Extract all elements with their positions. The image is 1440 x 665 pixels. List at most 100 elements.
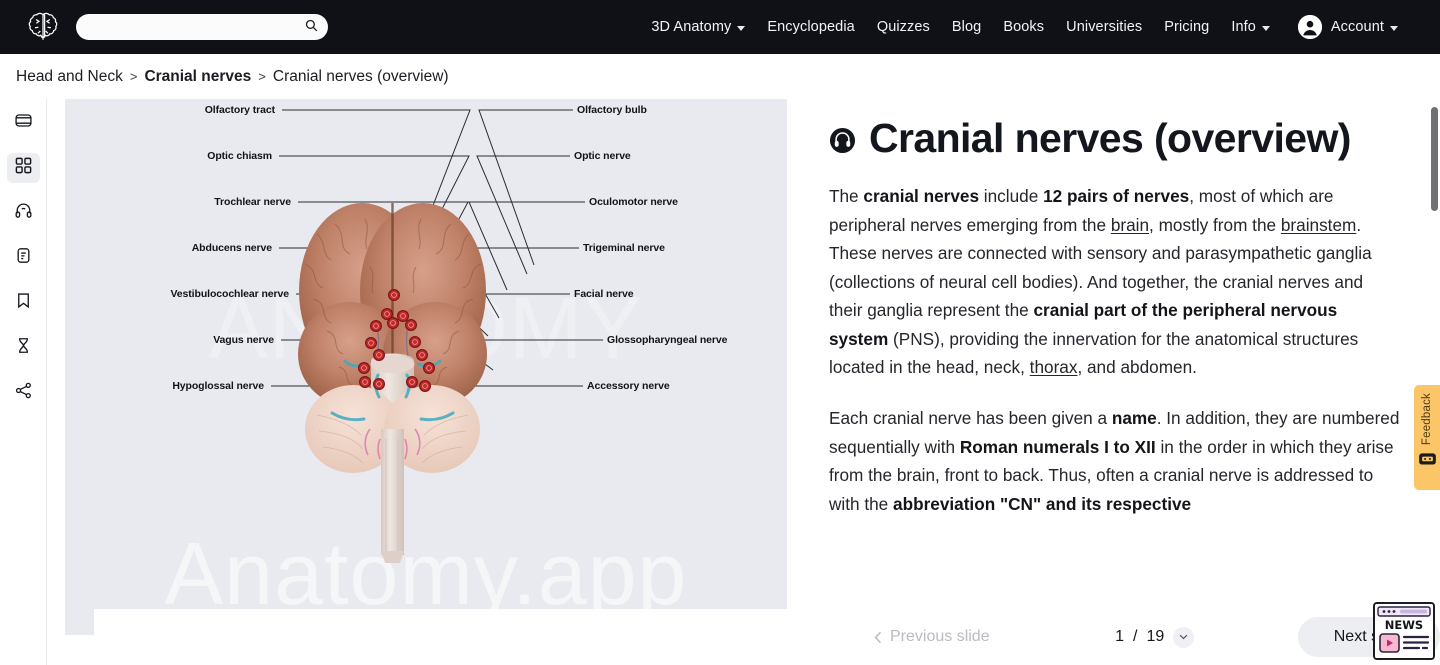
breadcrumb-item-head-and-neck[interactable]: Head and Neck: [16, 68, 123, 86]
chevron-down-icon: [1179, 634, 1188, 640]
nav-item-encyclopedia[interactable]: Encyclopedia: [767, 19, 854, 35]
nav-label: Books: [1003, 19, 1045, 35]
anatomy-illustration[interactable]: ANATOMY Anatomy.app: [65, 99, 787, 635]
article-paragraph-2: Each cranial nerve has been given a name…: [829, 404, 1400, 518]
label-optic-chiasm[interactable]: Optic chiasm: [65, 150, 272, 162]
feedback-label: Feedback: [1421, 393, 1433, 446]
breadcrumb: Head and Neck > Cranial nerves > Cranial…: [0, 54, 1440, 99]
text-run: , and abdomen.: [1077, 357, 1197, 378]
search-box[interactable]: [76, 14, 328, 40]
previous-slide-label: Previous slide: [890, 628, 990, 645]
slideshow-icon: [14, 111, 33, 135]
label-abducens-nerve[interactable]: Abducens nerve: [65, 242, 272, 254]
inline-link[interactable]: brain: [1111, 215, 1149, 235]
slide-counter[interactable]: 1 / 19: [1115, 626, 1195, 648]
search-icon[interactable]: [305, 19, 318, 37]
article-scrollbar-thumb[interactable]: [1431, 107, 1438, 211]
clipboard-icon: [14, 246, 33, 270]
label-glossopharyngeal-nerve[interactable]: Glossopharyngeal nerve: [607, 334, 727, 346]
page-title-text: Cranial nerves (overview): [869, 115, 1351, 161]
nav-label: 3D Anatomy: [651, 19, 732, 35]
label-oculomotor-nerve[interactable]: Oculomotor nerve: [589, 196, 678, 208]
breadcrumb-item-current: Cranial nerves (overview): [272, 67, 449, 85]
article-scrollbar[interactable]: [1431, 107, 1438, 635]
hourglass-icon-button[interactable]: [7, 333, 40, 363]
breadcrumb-separator: >: [129, 69, 138, 84]
label-vestibulocochlear-nerve[interactable]: Vestibulocochlear nerve: [65, 288, 289, 300]
brain-diagram: [271, 109, 603, 563]
bookmark-icon-button[interactable]: [7, 288, 40, 318]
nav-item-books[interactable]: Books: [1003, 19, 1044, 35]
label-trigeminal-nerve[interactable]: Trigeminal nerve: [583, 242, 665, 254]
grid-icon-button[interactable]: [6, 153, 40, 183]
headphones-icon: [14, 201, 33, 225]
feedback-tab[interactable]: Feedback: [1414, 385, 1440, 490]
inline-link[interactable]: brainstem: [1281, 215, 1356, 235]
breadcrumb-item-cranial-nerves[interactable]: Cranial nerves: [144, 68, 251, 86]
account-label: Account: [1330, 19, 1384, 35]
bold-text: 12 pairs of nerves: [1043, 186, 1190, 207]
nav-label: Quizzes: [876, 19, 930, 35]
search-input[interactable]: [88, 20, 318, 34]
main-nav: 3D Anatomy Encyclopedia Quizzes Blog Boo…: [651, 15, 1416, 39]
slide-counter-total: 19: [1146, 628, 1165, 645]
bold-text: cranial nerves: [863, 186, 980, 207]
account-menu[interactable]: Account: [1297, 15, 1398, 39]
news-widget-button[interactable]: NEWS: [1373, 602, 1435, 660]
nav-item-info[interactable]: Info: [1231, 19, 1270, 35]
label-vagus-nerve[interactable]: Vagus nerve: [65, 334, 274, 346]
news-widget-label: NEWS: [1385, 618, 1423, 632]
nav-label: Blog: [951, 19, 982, 35]
nav-item-quizzes[interactable]: Quizzes: [877, 19, 930, 35]
slide-counter-current: 1: [1115, 628, 1124, 645]
nav-item-universities[interactable]: Universities: [1066, 19, 1142, 35]
label-optic-nerve[interactable]: Optic nerve: [574, 150, 631, 162]
bold-text: Roman numerals I to XII: [959, 436, 1156, 457]
label-hypoglossal-nerve[interactable]: Hypoglossal nerve: [65, 380, 264, 392]
nav-item-pricing[interactable]: Pricing: [1164, 19, 1209, 35]
nav-item-3d-anatomy[interactable]: 3D Anatomy: [651, 19, 746, 35]
tool-rail: [0, 99, 47, 665]
headphones-audio-icon[interactable]: [829, 127, 857, 159]
article-pane: Cranial nerves (overview) The cranial ne…: [787, 99, 1440, 665]
text-run: The: [829, 186, 864, 207]
feedback-icon: [1418, 452, 1436, 465]
label-olfactory-bulb[interactable]: Olfactory bulb: [577, 104, 647, 116]
slideshow-icon-button[interactable]: [7, 108, 40, 138]
bold-text: abbreviation "CN" and its respective: [893, 493, 1192, 514]
slide-navigation-bar: Previous slide 1 / 19 Next slide: [94, 609, 1440, 665]
label-facial-nerve[interactable]: Facial nerve: [574, 288, 634, 300]
top-navbar: 3D Anatomy Encyclopedia Quizzes Blog Boo…: [0, 0, 1440, 54]
text-run: include: [979, 186, 1044, 207]
chevron-down-icon: [1390, 25, 1398, 31]
previous-slide-button[interactable]: Previous slide: [852, 619, 1012, 655]
slide-counter-separator: /: [1133, 628, 1138, 645]
bookmark-icon: [14, 291, 33, 315]
article-paragraph-1: The cranial nerves include 12 pairs of n…: [829, 182, 1400, 382]
chevron-left-icon: [874, 631, 882, 643]
page-body: ANATOMY Anatomy.app: [0, 99, 1440, 665]
account-label-wrap[interactable]: Account: [1331, 19, 1398, 35]
nav-label: Info: [1231, 19, 1256, 35]
content-area: ANATOMY Anatomy.app: [47, 99, 1440, 665]
bold-text: name: [1111, 407, 1157, 428]
text-run: , mostly from the: [1149, 214, 1281, 235]
brain-logo[interactable]: [24, 8, 62, 46]
nav-label: Universities: [1066, 19, 1143, 35]
nav-item-blog[interactable]: Blog: [952, 19, 981, 35]
label-olfactory-tract[interactable]: Olfactory tract: [65, 104, 275, 116]
clipboard-icon-button[interactable]: [7, 243, 40, 273]
page-title: Cranial nerves (overview): [829, 115, 1400, 162]
text-run: Each cranial nerve has been given a: [829, 407, 1112, 428]
grid-icon: [14, 156, 33, 180]
breadcrumb-separator: >: [258, 69, 266, 84]
headphones-icon-button[interactable]: [7, 198, 40, 228]
slide-counter-dropdown-button[interactable]: [1173, 626, 1195, 648]
inline-link[interactable]: thorax: [1030, 357, 1078, 377]
label-trochlear-nerve[interactable]: Trochlear nerve: [65, 196, 291, 208]
nav-label: Pricing: [1164, 19, 1210, 35]
share-icon-button[interactable]: [7, 378, 40, 408]
chevron-down-icon: [737, 25, 746, 31]
label-accessory-nerve[interactable]: Accessory nerve: [587, 380, 670, 392]
hourglass-icon: [14, 336, 33, 360]
